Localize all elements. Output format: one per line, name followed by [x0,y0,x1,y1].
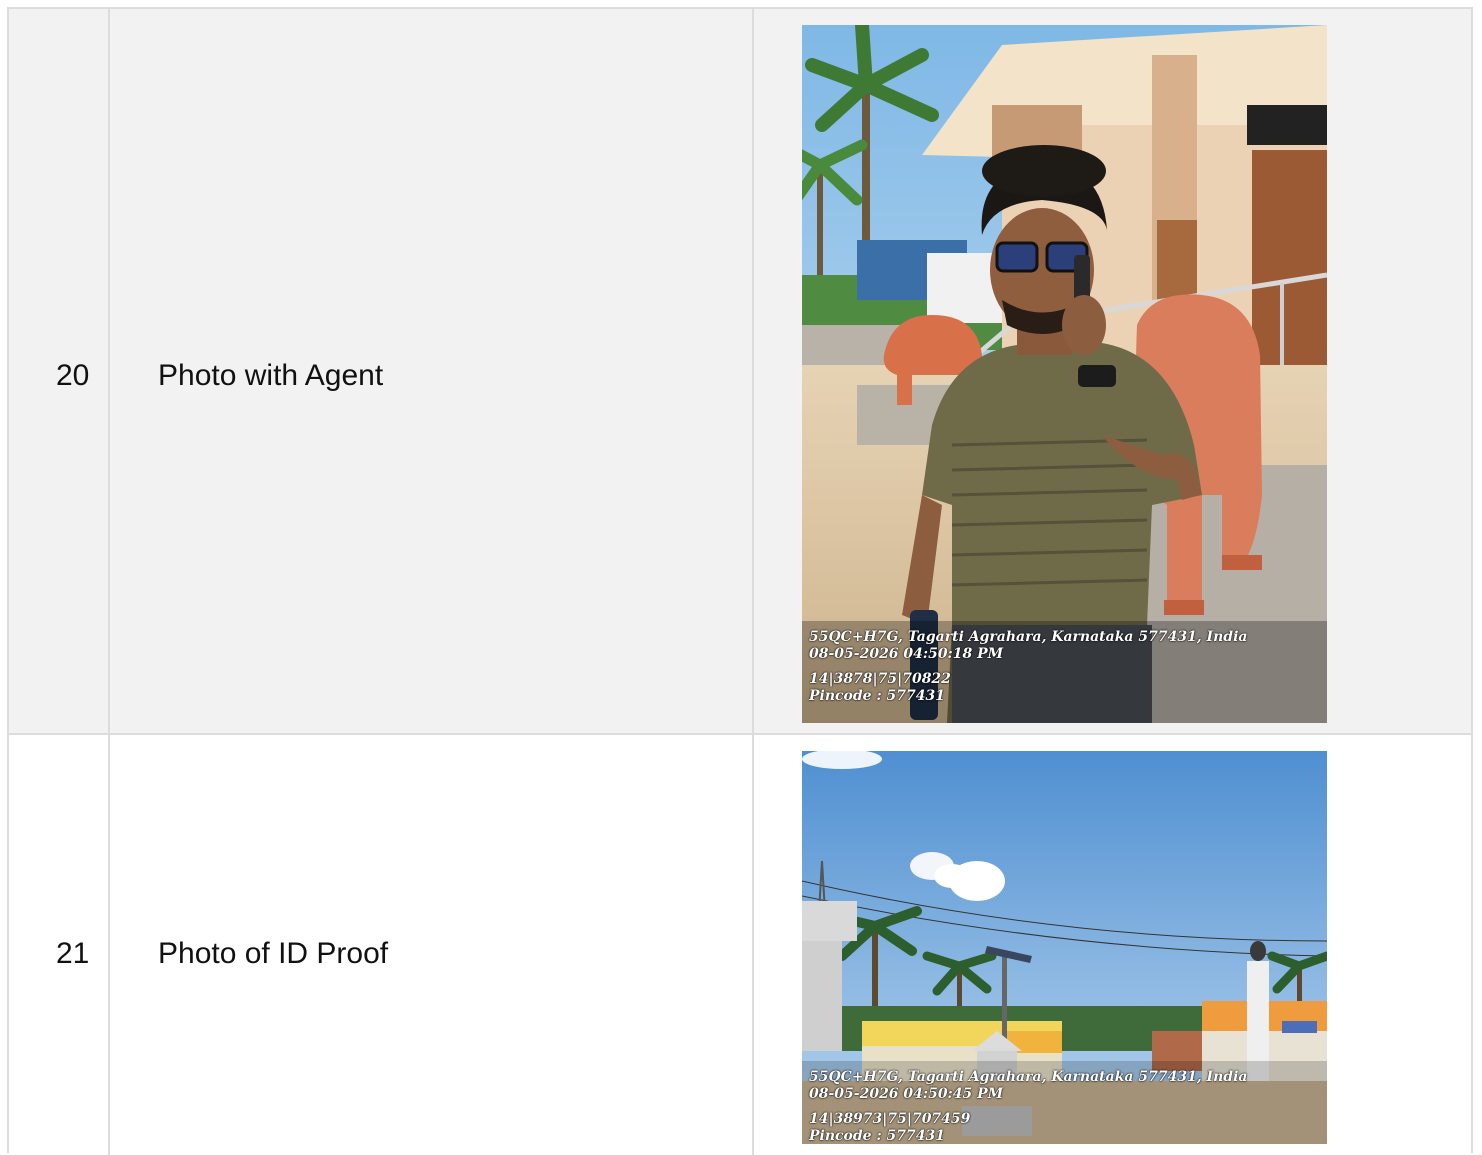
row-photo-cell: 55QC+H7G, Tagarti Agrahara, Karnataka 57… [754,9,1471,733]
stamp-datetime: 08-05-2026 04:50:18 PM [809,646,1004,662]
stamp-address: 55QC+H7G, Tagarti Agrahara, Karnataka 57… [809,1069,1248,1085]
stamp-coordinates: 14|38973|75|707459 [809,1111,971,1127]
row-label: Photo of ID Proof [158,937,389,970]
row-number-cell: 21 [9,735,110,1155]
photo-geo-stamp: 55QC+H7G, Tagarti Agrahara, Karnataka 57… [809,629,1247,705]
row-label-cell: Photo with Agent [110,9,754,733]
stamp-pincode: Pincode : 577431 [809,1128,945,1144]
row-number: 21 [56,937,90,970]
table-row: 21 Photo of ID Proof 55QC+H7G, Tagarti A… [9,735,1471,1155]
table-row: 20 Photo with Agent 55QC+H7G, Tagarti Ag… [9,9,1471,735]
stamp-datetime: 08-05-2026 04:50:45 PM [809,1086,1004,1102]
id-proof-photo[interactable]: 55QC+H7G, Tagarti Agrahara, Karnataka 57… [802,751,1327,1144]
row-label-cell: Photo of ID Proof [110,735,754,1155]
stamp-address: 55QC+H7G, Tagarti Agrahara, Karnataka 57… [809,629,1248,645]
photo-geo-stamp: 55QC+H7G, Tagarti Agrahara, Karnataka 57… [809,1069,1247,1144]
agent-photo[interactable]: 55QC+H7G, Tagarti Agrahara, Karnataka 57… [802,25,1327,723]
row-number-cell: 20 [9,9,110,733]
row-label: Photo with Agent [158,359,384,392]
person-photo-icon [802,25,1327,723]
photo-table: 20 Photo with Agent 55QC+H7G, Tagarti Ag… [7,7,1473,1155]
stamp-pincode: Pincode : 577431 [809,688,945,704]
stamp-coordinates: 14|3878|75|70822 [809,671,951,687]
row-number: 20 [56,359,90,392]
row-photo-cell: 55QC+H7G, Tagarti Agrahara, Karnataka 57… [754,735,1471,1155]
